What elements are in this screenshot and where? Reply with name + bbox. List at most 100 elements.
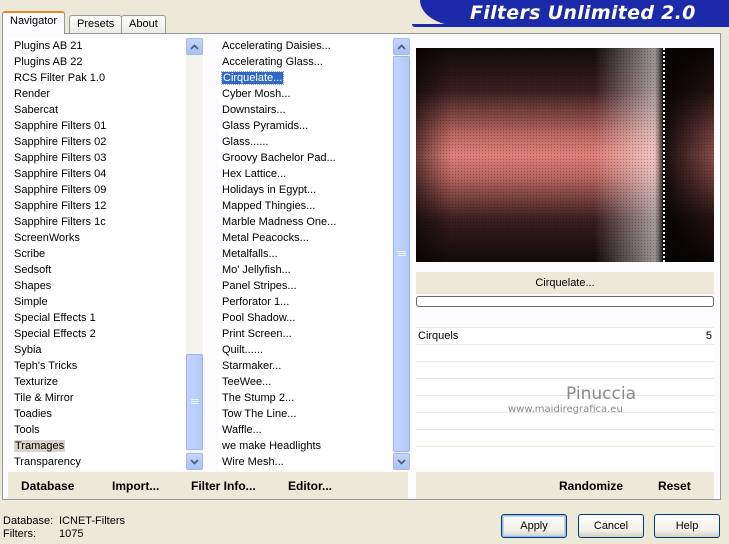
list-item[interactable]: Accelerating Glass... <box>218 54 392 70</box>
editor-button[interactable]: Editor... <box>288 479 332 493</box>
list-item[interactable]: Sapphire Filters 04 <box>10 166 186 182</box>
list-item-label: Groovy Bachelor Pad... <box>222 152 336 164</box>
list-item[interactable]: ScreenWorks <box>10 230 186 246</box>
filter-scroll-thumb[interactable] <box>393 56 410 452</box>
list-item[interactable]: Sapphire Filters 02 <box>10 134 186 150</box>
tab-presets[interactable]: Presets <box>69 15 123 33</box>
list-item[interactable]: Cyber Mosh... <box>218 86 392 102</box>
list-item[interactable]: Tramages <box>10 438 186 454</box>
list-item[interactable]: Render <box>10 86 186 102</box>
title-banner: Filters Unlimited 2.0 <box>412 0 729 27</box>
list-item-label: Sapphire Filters 12 <box>14 200 107 212</box>
list-item[interactable]: we make Headlights <box>218 438 392 454</box>
list-item-label: Sapphire Filters 03 <box>14 152 107 164</box>
list-item[interactable]: Sabercat <box>10 102 186 118</box>
category-scrollbar[interactable] <box>186 38 203 470</box>
list-item-label: Cyber Mosh... <box>222 88 291 100</box>
filter-list[interactable]: Accelerating Daisies... Accelerating Glas… <box>218 38 392 470</box>
list-item[interactable]: Plugins AB 22 <box>10 54 186 70</box>
list-item[interactable]: Holidays in Egypt... <box>218 182 392 198</box>
randomize-button[interactable]: Randomize <box>559 479 623 493</box>
list-item[interactable]: Sapphire Filters 12 <box>10 198 186 214</box>
list-item[interactable]: Transparency <box>10 454 186 470</box>
list-item[interactable]: Glass Pyramids... <box>218 118 392 134</box>
filter-scrollbar[interactable] <box>393 38 410 470</box>
help-button[interactable]: Help <box>654 514 720 538</box>
reset-button[interactable]: Reset <box>658 479 691 493</box>
filter-info-button[interactable]: Filter Info... <box>191 479 256 493</box>
param-row[interactable] <box>416 378 714 395</box>
category-scroll-thumb[interactable] <box>186 354 203 450</box>
list-item[interactable]: Sybia <box>10 342 186 358</box>
app-title: Filters Unlimited 2.0 <box>470 2 696 24</box>
list-item[interactable]: Plugins AB 21 <box>10 38 186 54</box>
list-item[interactable]: Pool Shadow... <box>218 310 392 326</box>
list-item[interactable]: Special Effects 2 <box>10 326 186 342</box>
category-scroll-down-button[interactable] <box>186 453 203 470</box>
list-item[interactable]: Waffle... <box>218 422 392 438</box>
param-row[interactable]: Cirquels 5 <box>416 327 714 344</box>
list-item-label: Tile & Mirror <box>14 392 74 404</box>
database-button[interactable]: Database <box>21 479 74 493</box>
param-row[interactable] <box>416 344 714 361</box>
list-item[interactable]: Texturize <box>10 374 186 390</box>
list-item[interactable]: Tools <box>10 422 186 438</box>
list-item[interactable]: TeeWee... <box>218 374 392 390</box>
cancel-button[interactable]: Cancel <box>578 514 644 538</box>
list-item[interactable]: RCS Filter Pak 1.0 <box>10 70 186 86</box>
list-item[interactable]: Accelerating Daisies... <box>218 38 392 54</box>
list-item[interactable]: Simple <box>10 294 186 310</box>
list-item-label: Sapphire Filters 04 <box>14 168 107 180</box>
list-item[interactable]: Panel Stripes... <box>218 278 392 294</box>
list-item[interactable]: Metalfalls... <box>218 246 392 262</box>
list-item[interactable]: Metal Peacocks... <box>218 230 392 246</box>
list-item[interactable]: Quilt...... <box>218 342 392 358</box>
status-filters: Filters: 1075 <box>3 528 83 540</box>
list-item[interactable]: Perforator 1... <box>218 294 392 310</box>
tab-about[interactable]: About <box>121 15 166 33</box>
filters-label: Filters: <box>3 528 36 540</box>
list-item-label: The Stump 2... <box>222 392 295 404</box>
list-item[interactable]: Downstairs... <box>218 102 392 118</box>
list-item[interactable]: Tile & Mirror <box>10 390 186 406</box>
list-item[interactable]: Sapphire Filters 03 <box>10 150 186 166</box>
list-item[interactable]: Starmaker... <box>218 358 392 374</box>
apply-button[interactable]: Apply <box>501 514 567 538</box>
param-name: Cirquels <box>418 330 459 342</box>
list-item[interactable]: Special Effects 1 <box>10 310 186 326</box>
category-scroll-up-button[interactable] <box>186 38 203 55</box>
tab-navigator[interactable]: Navigator <box>2 11 66 34</box>
list-item[interactable]: Toadies <box>10 406 186 422</box>
param-value[interactable]: 5 <box>706 328 712 344</box>
list-item[interactable]: Mapped Thingies... <box>218 198 392 214</box>
list-item[interactable]: Tow The Line... <box>218 406 392 422</box>
list-item[interactable]: Marble Madness One... <box>218 214 392 230</box>
filter-scroll-up-button[interactable] <box>393 38 410 55</box>
watermark-url: www.maidiregrafica.eu <box>508 404 623 415</box>
param-row[interactable] <box>416 361 714 378</box>
list-item-label: we make Headlights <box>222 440 322 452</box>
list-item[interactable]: Sapphire Filters 01 <box>10 118 186 134</box>
list-item[interactable]: Hex Lattice... <box>218 166 392 182</box>
list-item-label: Render <box>14 88 51 100</box>
list-item[interactable]: Sapphire Filters 1c <box>10 214 186 230</box>
list-item[interactable]: Glass...... <box>218 134 392 150</box>
category-list[interactable]: Plugins AB 21 Plugins AB 22 RCS Filter Pak… <box>10 38 186 470</box>
param-row[interactable] <box>416 446 714 463</box>
list-item[interactable]: Sapphire Filters 09 <box>10 182 186 198</box>
list-item[interactable]: Print Screen... <box>218 326 392 342</box>
import-button[interactable]: Import... <box>112 479 159 493</box>
list-item[interactable]: Cirquelate... <box>218 70 392 86</box>
list-item-label: Sabercat <box>14 104 59 116</box>
list-item[interactable]: Teph's Tricks <box>10 358 186 374</box>
list-item[interactable]: Shapes <box>10 278 186 294</box>
param-row[interactable] <box>416 429 714 446</box>
filter-scroll-down-button[interactable] <box>393 453 410 470</box>
list-item[interactable]: Groovy Bachelor Pad... <box>218 150 392 166</box>
list-item[interactable]: The Stump 2... <box>218 390 392 406</box>
list-item[interactable]: Mo' Jellyfish... <box>218 262 392 278</box>
list-item[interactable]: Sedsoft <box>10 262 186 278</box>
list-item[interactable]: Scribe <box>10 246 186 262</box>
list-item[interactable]: Wire Mesh... <box>218 454 392 470</box>
list-item-label: Starmaker... <box>222 360 282 372</box>
